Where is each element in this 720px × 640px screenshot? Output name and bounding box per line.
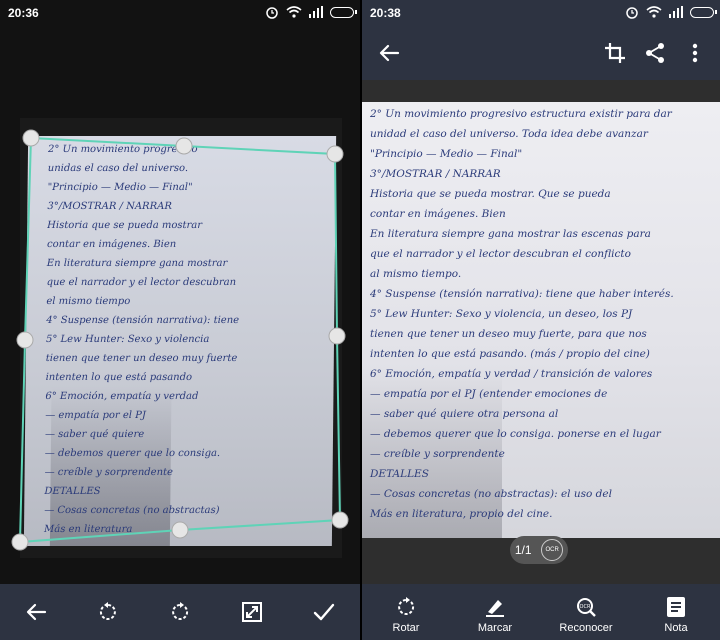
- rotate-right-icon: [172, 602, 189, 620]
- handwriting-line: En literatura siempre gana mostrar las e…: [370, 228, 651, 240]
- note-label: Nota: [664, 622, 688, 634]
- handwriting-line: "Principio — Medio — Final": [370, 148, 523, 160]
- crop-handle-top[interactable]: [175, 137, 193, 155]
- crop-handle-top-left[interactable]: [22, 129, 40, 147]
- handwriting-line: unidad el caso del universo. Toda idea d…: [370, 128, 648, 140]
- ocr-badge-label: OCR: [545, 547, 559, 553]
- status-time: 20:38: [370, 6, 401, 20]
- handwriting-line: tienen que tener un deseo muy fuerte, pa…: [370, 328, 647, 340]
- handwriting-line: — saber qué quiere otra persona al: [370, 408, 559, 420]
- share-icon: [646, 43, 664, 63]
- rotate-right-button[interactable]: [158, 590, 202, 634]
- crop-screen: 20:36 2° Un movimiento progresivo unidas …: [0, 0, 360, 640]
- confirm-button[interactable]: [302, 590, 346, 634]
- crop-handle-bottom-left[interactable]: [11, 533, 29, 551]
- bottom-action-bar: Rotar Marcar OCR Reconocer Nota: [362, 584, 720, 640]
- status-bar: 20:38: [362, 0, 720, 26]
- crop-handle-left[interactable]: [16, 331, 34, 349]
- svg-text:OCR: OCR: [580, 604, 591, 610]
- handwriting-line: 5° Lew Hunter: Sexo y violencia, un dese…: [370, 308, 633, 320]
- crop-handle-bottom-right[interactable]: [331, 511, 349, 529]
- handwriting-line: que el narrador y el lector descubran el…: [370, 248, 631, 260]
- crop-handle-bottom[interactable]: [171, 521, 189, 539]
- handwriting-line: al mismo tiempo.: [370, 268, 462, 280]
- rotate-action[interactable]: Rotar: [366, 596, 446, 634]
- alarm-icon: [626, 7, 638, 19]
- more-options-button[interactable]: [680, 38, 710, 68]
- check-icon: [313, 603, 335, 621]
- crop-outline: [18, 136, 342, 544]
- rotate-icon: [398, 597, 415, 615]
- handwriting-line: 3°/MOSTRAR / NARRAR: [370, 168, 501, 180]
- handwriting-line: — Cosas concretas (no abstractas): el us…: [370, 488, 612, 500]
- signal-icon: [669, 6, 683, 18]
- expand-button[interactable]: [230, 590, 274, 634]
- handwriting-line: 6° Emoción, empatía y verdad / transició…: [370, 368, 653, 380]
- pen-icon: [486, 600, 504, 617]
- rotate-left-icon: [99, 602, 116, 620]
- note-icon: [667, 597, 685, 617]
- handwriting-line: — creíble y sorprendente: [370, 448, 505, 460]
- handwriting-line: Historia que se pueda mostrar. Que se pu…: [370, 188, 611, 200]
- recognize-action[interactable]: OCR Reconocer: [546, 596, 626, 634]
- handwriting-line: DETALLES: [370, 468, 429, 480]
- back-arrow-icon: [26, 603, 47, 621]
- crop-toolbar: [0, 584, 360, 640]
- document-page: 2° Un movimiento progresivo estructura e…: [362, 102, 720, 538]
- top-app-bar: 20:38: [362, 0, 720, 80]
- expand-icon: [242, 602, 262, 622]
- back-button[interactable]: [374, 38, 404, 68]
- mark-action[interactable]: Marcar: [455, 596, 535, 634]
- mark-label: Marcar: [477, 622, 513, 634]
- handwriting-line: intenten lo que está pasando. (más / pro…: [370, 348, 650, 360]
- recognize-label: Reconocer: [559, 622, 613, 634]
- handwriting-line: Más en literatura, propio del cine.: [370, 508, 553, 520]
- scanned-page: 2° Un movimiento progresivo estructura e…: [362, 102, 720, 538]
- handwriting-line: 4° Suspense (tensión narrativa): tiene q…: [370, 288, 674, 300]
- handwriting-line: — empatía por el PJ (entender emociones …: [370, 388, 608, 400]
- crop-handle-top-right[interactable]: [326, 145, 344, 163]
- ocr-icon: OCR: [577, 598, 596, 617]
- handwriting-line: contar en imágenes. Bien: [370, 208, 506, 220]
- crop-button[interactable]: [600, 38, 630, 68]
- back-button[interactable]: [14, 590, 58, 634]
- page-indicator[interactable]: 1/1 OCR: [510, 536, 568, 564]
- crop-handle-right[interactable]: [328, 327, 346, 345]
- note-action[interactable]: Nota: [636, 596, 716, 634]
- ocr-badge-icon: OCR: [541, 539, 564, 561]
- page-count: 1/1: [514, 543, 532, 557]
- handwriting-line: 2° Un movimiento progresivo estructura e…: [370, 108, 672, 120]
- wifi-icon: [646, 6, 662, 18]
- crop-icon: [605, 43, 625, 63]
- rotate-label: Rotar: [392, 622, 420, 634]
- handwriting-line: — debemos querer que lo consiga. ponerse…: [370, 428, 661, 440]
- preview-screen: 20:38 2° Un movimiento progresivo estruc…: [362, 0, 720, 640]
- back-arrow-icon: [379, 44, 400, 62]
- more-vert-icon: [692, 43, 698, 63]
- rotate-left-button[interactable]: [86, 590, 130, 634]
- crop-frame[interactable]: [0, 0, 360, 640]
- share-button[interactable]: [640, 38, 670, 68]
- battery-icon: [690, 6, 717, 18]
